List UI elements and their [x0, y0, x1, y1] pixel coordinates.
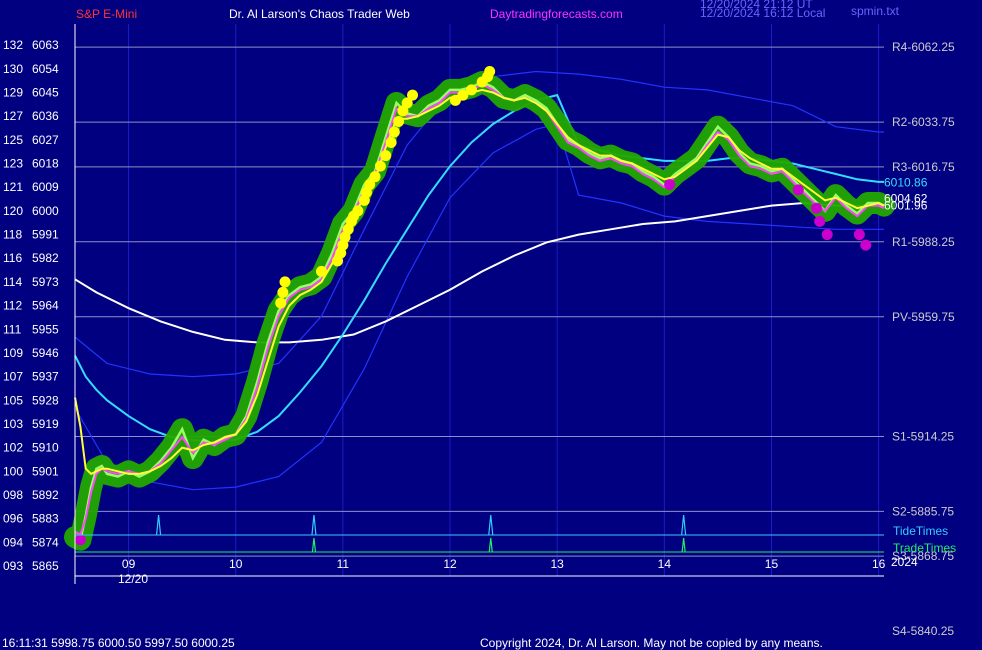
magenta-marker-5	[821, 229, 833, 241]
y-tick-price-19: 5892	[32, 488, 59, 502]
date-label: 12/20	[118, 572, 148, 586]
y-tick-number-6: 121	[3, 180, 23, 194]
y-tick-number-11: 112	[3, 299, 22, 313]
yellow-marker-20	[393, 115, 405, 127]
yellow-marker-0	[275, 297, 287, 309]
y-tick-number-13: 109	[3, 346, 23, 360]
x-tick-label-09: 09	[122, 557, 136, 571]
y-tick-number-20: 096	[3, 512, 23, 526]
pivot-label-6: S2-5885.75	[892, 504, 954, 518]
y-tick-number-14: 107	[3, 370, 23, 384]
x-tick-label-11: 11	[337, 557, 350, 571]
magenta-marker-6	[853, 229, 865, 241]
pivot-label-0: R4-6062.25	[892, 40, 955, 54]
value-label-0: 6010.86	[884, 175, 928, 189]
y-tick-price-20: 5883	[32, 512, 59, 526]
x-tick-label-14: 14	[658, 557, 672, 571]
y-tick-price-21: 5874	[32, 535, 59, 549]
y-tick-number-4: 125	[3, 133, 23, 147]
y-tick-price-2: 6045	[32, 86, 59, 100]
yellow-marker-16	[374, 160, 386, 172]
y-tick-number-8: 118	[3, 228, 22, 242]
timestamp-local: 12/20/2024 16:12 Local	[700, 6, 825, 20]
x-tick-label-12: 12	[443, 557, 457, 571]
y-tick-price-14: 5937	[32, 370, 59, 384]
magenta-marker-7	[860, 239, 872, 251]
y-tick-number-16: 103	[3, 417, 23, 431]
x-tick-label-13: 13	[551, 557, 565, 571]
y-tick-price-15: 5928	[32, 393, 59, 407]
site-title: Dr. Al Larson's Chaos Trader Web	[229, 7, 410, 21]
y-tick-number-12: 111	[3, 322, 22, 336]
y-tick-number-7: 120	[3, 204, 23, 218]
tide-times-label: TideTimes	[893, 524, 948, 538]
y-tick-price-10: 5973	[32, 275, 59, 289]
y-tick-number-18: 100	[3, 464, 23, 478]
pivot-label-2: R3-6016.75	[892, 160, 955, 174]
yellow-marker-18	[385, 136, 397, 148]
x-tick-label-16: 16	[872, 557, 886, 571]
y-tick-price-22: 5865	[32, 559, 59, 573]
y-tick-number-17: 102	[3, 441, 23, 455]
y-tick-price-7: 6000	[32, 204, 59, 218]
y-tick-number-3: 127	[3, 109, 23, 123]
y-tick-price-18: 5901	[32, 464, 59, 478]
y-tick-price-4: 6027	[32, 133, 59, 147]
yellow-marker-29	[484, 65, 496, 77]
y-tick-number-22: 093	[3, 559, 23, 573]
trade-times-label: TradeTimes	[893, 541, 956, 555]
y-tick-price-16: 5919	[32, 417, 59, 431]
x-tick-label-15: 15	[765, 557, 779, 571]
yellow-marker-26	[465, 84, 477, 96]
y-tick-price-12: 5955	[32, 322, 59, 336]
y-tick-number-19: 098	[3, 488, 23, 502]
pivot-label-8: S4-5840.25	[892, 624, 954, 638]
y-tick-number-0: 132	[3, 38, 23, 52]
yellow-marker-1	[277, 286, 289, 298]
y-tick-number-5: 123	[3, 157, 23, 171]
pivot-label-5: S1-5914.25	[892, 429, 954, 443]
y-tick-number-1: 130	[3, 62, 23, 76]
y-tick-price-17: 5910	[32, 441, 59, 455]
y-tick-price-13: 5946	[32, 346, 59, 360]
symbol-title: S&P E-Mini	[76, 7, 137, 21]
value-label-2: 6001.96	[884, 199, 928, 213]
magenta-marker-4	[814, 215, 826, 227]
magenta-marker-3	[810, 202, 822, 214]
y-tick-price-8: 5991	[32, 228, 59, 242]
chaos-trader-chart: S&P E-Mini Dr. Al Larson's Chaos Trader …	[0, 0, 982, 650]
y-tick-number-21: 094	[3, 535, 23, 549]
yellow-marker-3	[315, 265, 327, 277]
site-url: Daytradingforecasts.com	[490, 7, 623, 21]
magenta-marker-1	[664, 179, 676, 191]
yellow-marker-17	[380, 150, 392, 162]
last-quote: 16:11:31 5998.75 6000.50 5997.50 6000.25	[2, 636, 235, 650]
y-tick-number-10: 114	[3, 275, 22, 289]
pivot-label-1: R2-6033.75	[892, 115, 955, 129]
pivot-label-4: PV-5959.75	[892, 310, 955, 324]
y-tick-number-15: 105	[3, 393, 23, 407]
y-tick-price-0: 6063	[32, 38, 59, 52]
year-label: 2024	[891, 555, 918, 569]
chart-file-name: spmin.txt	[851, 4, 900, 18]
y-tick-price-9: 5982	[32, 251, 59, 265]
yellow-marker-11	[352, 205, 364, 217]
copyright-notice: Copyright 2024, Dr. Al Larson. May not b…	[480, 636, 823, 650]
y-tick-price-6: 6009	[32, 180, 59, 194]
x-tick-label-10: 10	[229, 557, 243, 571]
yellow-marker-15	[369, 171, 381, 183]
magenta-marker-0	[74, 534, 86, 546]
y-tick-price-1: 6054	[32, 62, 59, 76]
yellow-marker-23	[407, 89, 419, 101]
yellow-marker-2	[279, 276, 291, 288]
y-tick-price-3: 6036	[32, 109, 59, 123]
y-tick-number-9: 116	[3, 251, 22, 265]
yellow-marker-19	[388, 126, 400, 138]
magenta-marker-2	[792, 184, 804, 196]
pivot-label-3: R1-5988.25	[892, 235, 955, 249]
y-tick-price-5: 6018	[32, 157, 59, 171]
y-tick-number-2: 129	[3, 86, 23, 100]
y-tick-price-11: 5964	[32, 299, 59, 313]
